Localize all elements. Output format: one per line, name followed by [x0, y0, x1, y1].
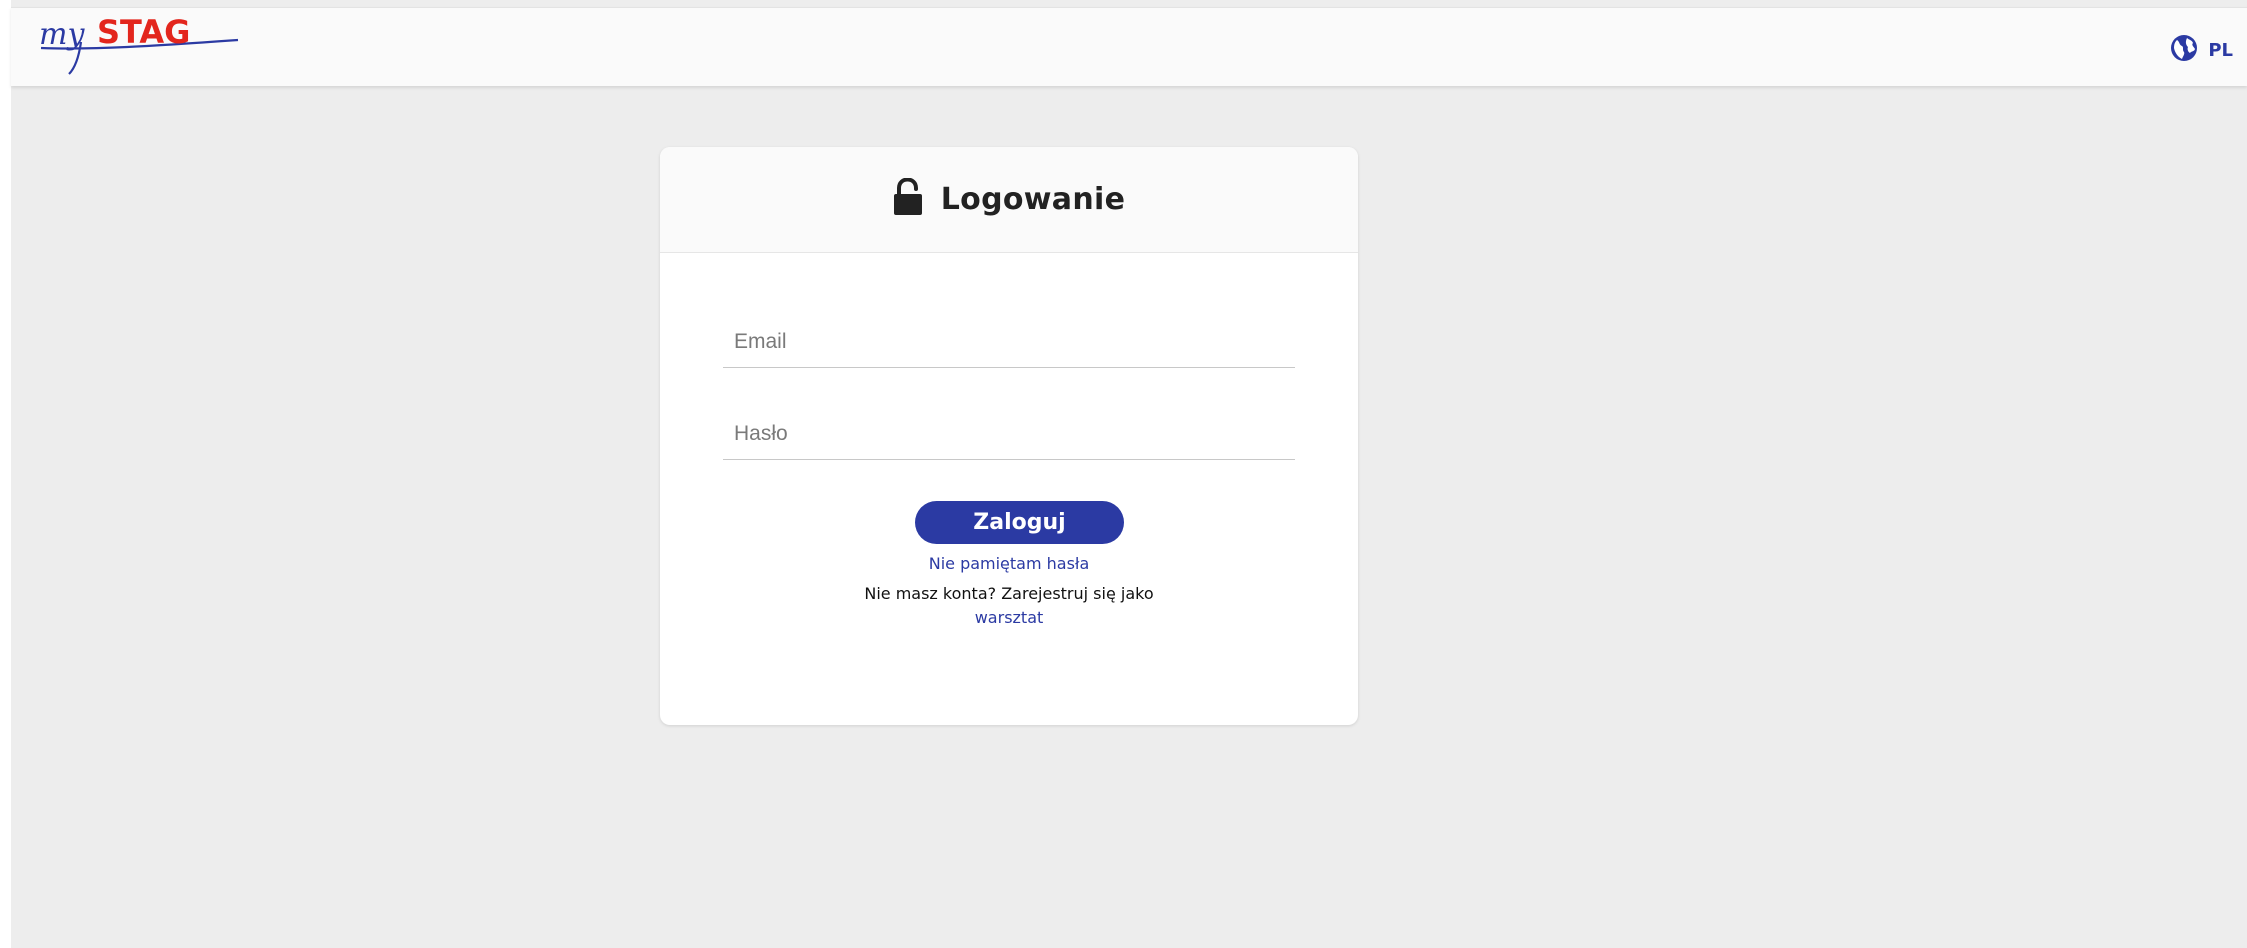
- login-card-header: Logowanie: [660, 147, 1358, 253]
- language-label: PL: [2208, 40, 2233, 61]
- login-title: Logowanie: [940, 182, 1126, 217]
- app-frame: my STAG PL Logowanie Email Zaloguj Nie p…: [11, 0, 2247, 948]
- register-prompt-text: Nie masz konta? Zarejestruj się jako: [864, 584, 1154, 603]
- unlock-icon: [893, 177, 923, 221]
- forgot-password-link[interactable]: Nie pamiętam hasła: [929, 554, 1090, 573]
- email-field-wrapper: [723, 317, 1295, 368]
- login-button[interactable]: Zaloguj: [915, 501, 1124, 544]
- password-field[interactable]: [723, 409, 1295, 459]
- globe-icon: [2170, 34, 2198, 67]
- forgot-password-row: Nie pamiętam hasła: [660, 554, 1358, 573]
- login-card: Logowanie Zaloguj Nie pamiętam hasła Nie…: [660, 147, 1358, 725]
- mystag-logo[interactable]: my STAG: [33, 12, 243, 82]
- email-field[interactable]: [723, 317, 1295, 367]
- logo-script-text: my: [39, 17, 85, 52]
- logo-brand-text: STAG: [97, 13, 190, 51]
- register-prompt-row: Nie masz konta? Zarejestruj się jako: [660, 584, 1358, 603]
- register-link-row: warsztat: [660, 608, 1358, 627]
- register-workshop-link[interactable]: warsztat: [975, 608, 1044, 627]
- top-navbar: my STAG PL: [11, 7, 2247, 86]
- password-field-wrapper: [723, 409, 1295, 460]
- language-selector[interactable]: PL: [2170, 34, 2233, 67]
- mystag-logo-graphic: my STAG: [39, 13, 239, 75]
